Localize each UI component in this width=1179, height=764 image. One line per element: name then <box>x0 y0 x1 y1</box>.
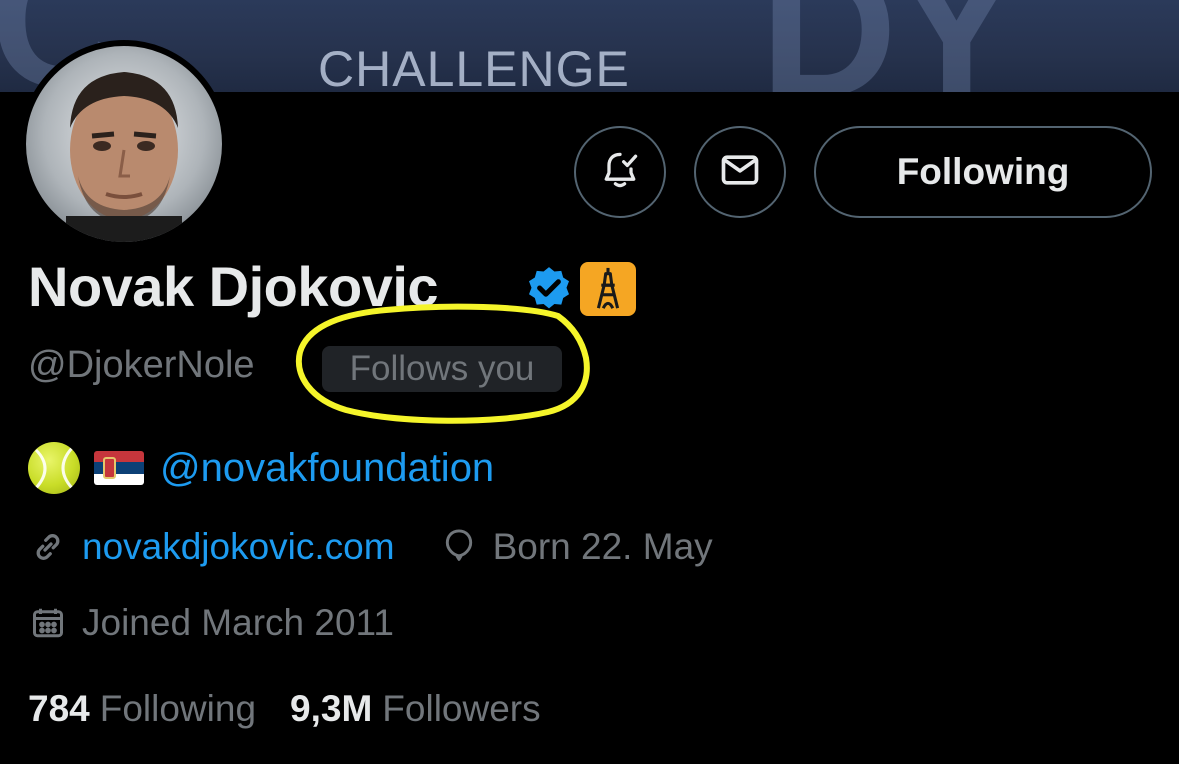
joined-date-text: Joined March 2011 <box>82 602 394 643</box>
bell-check-icon <box>598 148 642 197</box>
followers-label: Followers <box>382 688 541 729</box>
followers-stat[interactable]: 9,3M Followers <box>290 688 541 730</box>
envelope-icon <box>718 148 762 197</box>
banner-graphic-right: DY <box>760 0 1020 92</box>
profile-avatar[interactable] <box>20 40 228 248</box>
follow-stats: 784 Following 9,3M Followers <box>28 688 541 730</box>
joined-row: Joined March 2011 <box>28 602 394 644</box>
balloon-icon <box>439 527 479 567</box>
link-icon <box>28 527 68 567</box>
tennis-ball-icon <box>28 442 80 494</box>
verified-badge-icon[interactable] <box>524 264 574 314</box>
banner-text: CHALLENGE <box>318 41 630 92</box>
display-name: Novak Djokovic <box>28 255 439 318</box>
follows-you-badge: Follows you <box>322 346 562 392</box>
notifications-button[interactable] <box>574 126 666 218</box>
profile-bio: @novakfoundation <box>28 440 494 496</box>
following-button[interactable]: Following <box>814 126 1152 218</box>
following-count: 784 <box>28 688 90 729</box>
following-label: Following <box>99 688 257 729</box>
birthday-text: Born 22. May <box>492 526 713 567</box>
followers-count: 9,3M <box>290 688 373 729</box>
eiffel-tower-icon <box>580 262 636 316</box>
serbia-flag-icon <box>94 451 144 485</box>
message-button[interactable] <box>694 126 786 218</box>
profile-handle: @DjokerNole <box>28 344 255 386</box>
following-stat[interactable]: 784 Following <box>28 688 256 730</box>
calendar-icon <box>28 603 68 643</box>
website-link[interactable]: novakdjokovic.com <box>82 526 395 568</box>
bio-mention-link[interactable]: @novakfoundation <box>160 446 494 491</box>
profile-meta-row: novakdjokovic.com Born 22. May <box>28 526 713 568</box>
